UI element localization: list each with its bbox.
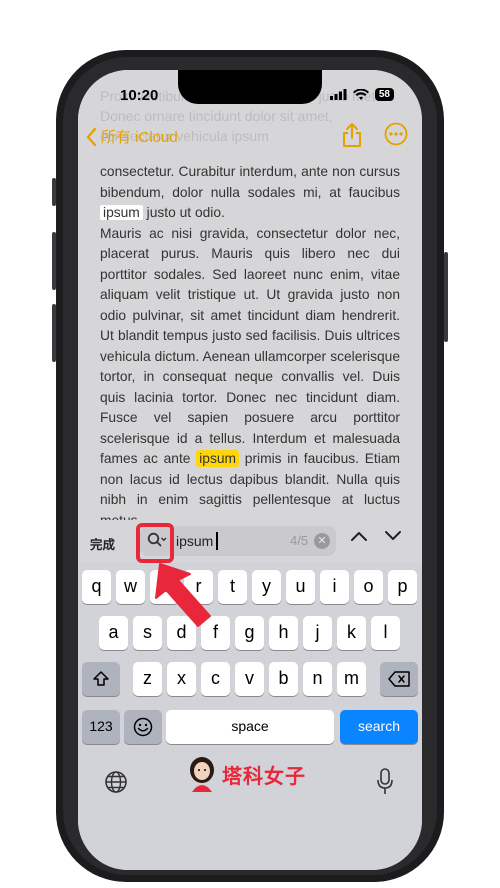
status-time: 10:20 — [120, 87, 159, 104]
search-match-current: ipsum — [100, 205, 143, 220]
key-p[interactable]: p — [388, 570, 417, 604]
wifi-icon — [352, 88, 369, 100]
key-q[interactable]: q — [82, 570, 111, 604]
key-i[interactable]: i — [320, 570, 349, 604]
emoji-key[interactable] — [124, 710, 162, 744]
backspace-key[interactable] — [380, 662, 418, 696]
find-query: ipsum — [176, 533, 214, 549]
key-z[interactable]: z — [133, 662, 162, 696]
key-m[interactable]: m — [337, 662, 366, 696]
globe-icon[interactable] — [104, 770, 128, 794]
chevron-up-icon[interactable] — [350, 530, 368, 542]
search-match-highlight: ipsum — [196, 450, 240, 467]
note-paragraph-1: consectetur. Curabitur interdum, ante no… — [100, 164, 400, 200]
numbers-key[interactable]: 123 — [82, 710, 120, 744]
key-c[interactable]: c — [201, 662, 230, 696]
nav-bar: 所有 iCloud — [78, 116, 422, 156]
keyboard-row-3: z x c v b n m — [78, 662, 422, 696]
screen: Proin vestibulum semper ipsum, at justo … — [78, 70, 422, 870]
key-g[interactable]: g — [235, 616, 264, 650]
key-t[interactable]: t — [218, 570, 247, 604]
key-h[interactable]: h — [269, 616, 298, 650]
search-key[interactable]: search — [340, 710, 418, 744]
clear-icon[interactable]: ✕ — [314, 533, 330, 549]
avatar-icon — [190, 757, 214, 792]
key-j[interactable]: j — [303, 616, 332, 650]
keyboard-row-4: 123 space search — [78, 710, 422, 744]
back-button[interactable]: 所有 iCloud — [86, 126, 178, 147]
done-button[interactable]: 完成 — [90, 534, 115, 553]
text-cursor — [216, 532, 218, 550]
more-icon[interactable] — [384, 122, 408, 146]
notch — [178, 70, 322, 104]
annotation-highlight-box — [136, 523, 174, 563]
keyboard-row-2: a s d f g h j k l — [78, 616, 422, 650]
chevron-down-icon[interactable] — [384, 530, 402, 542]
volume-up-button — [52, 232, 56, 290]
watermark-logo: 塔科女子 — [186, 756, 306, 792]
key-k[interactable]: k — [337, 616, 366, 650]
chevron-left-icon — [86, 127, 97, 146]
key-w[interactable]: w — [116, 570, 145, 604]
key-b[interactable]: b — [269, 662, 298, 696]
key-l[interactable]: l — [371, 616, 400, 650]
volume-down-button — [52, 304, 56, 362]
power-button — [444, 252, 448, 342]
backspace-icon — [388, 671, 410, 687]
back-label: 所有 iCloud — [101, 129, 178, 146]
key-y[interactable]: y — [252, 570, 281, 604]
key-n[interactable]: n — [303, 662, 332, 696]
keyboard: q w e r t y u i o p a s d f g h j k l z — [78, 562, 422, 870]
space-key[interactable]: space — [166, 710, 334, 744]
key-v[interactable]: v — [235, 662, 264, 696]
mute-switch — [52, 178, 56, 206]
note-paragraph-1-tail: justo ut odio. — [142, 205, 225, 220]
watermark-text: 塔科女子 — [222, 765, 306, 788]
match-count: 4/5 — [290, 533, 309, 548]
battery-icon: 58 — [374, 88, 394, 101]
shift-key[interactable] — [82, 662, 120, 696]
key-u[interactable]: u — [286, 570, 315, 604]
key-x[interactable]: x — [167, 662, 196, 696]
key-a[interactable]: a — [99, 616, 128, 650]
signal-icon — [329, 89, 347, 100]
share-icon[interactable] — [342, 122, 362, 148]
shift-icon — [93, 671, 109, 686]
microphone-icon[interactable] — [376, 768, 394, 796]
annotation-arrow-icon — [155, 563, 211, 627]
find-bar: 完成 ipsum 4/5 ✕ — [78, 520, 422, 562]
emoji-icon — [133, 717, 153, 737]
key-o[interactable]: o — [354, 570, 383, 604]
keyboard-row-1: q w e r t y u i o p — [78, 570, 422, 604]
note-text[interactable]: consectetur. Curabitur interdum, ante no… — [100, 162, 400, 531]
note-paragraph-2: Mauris ac nisi gravida, consectetur dolo… — [100, 225, 400, 467]
